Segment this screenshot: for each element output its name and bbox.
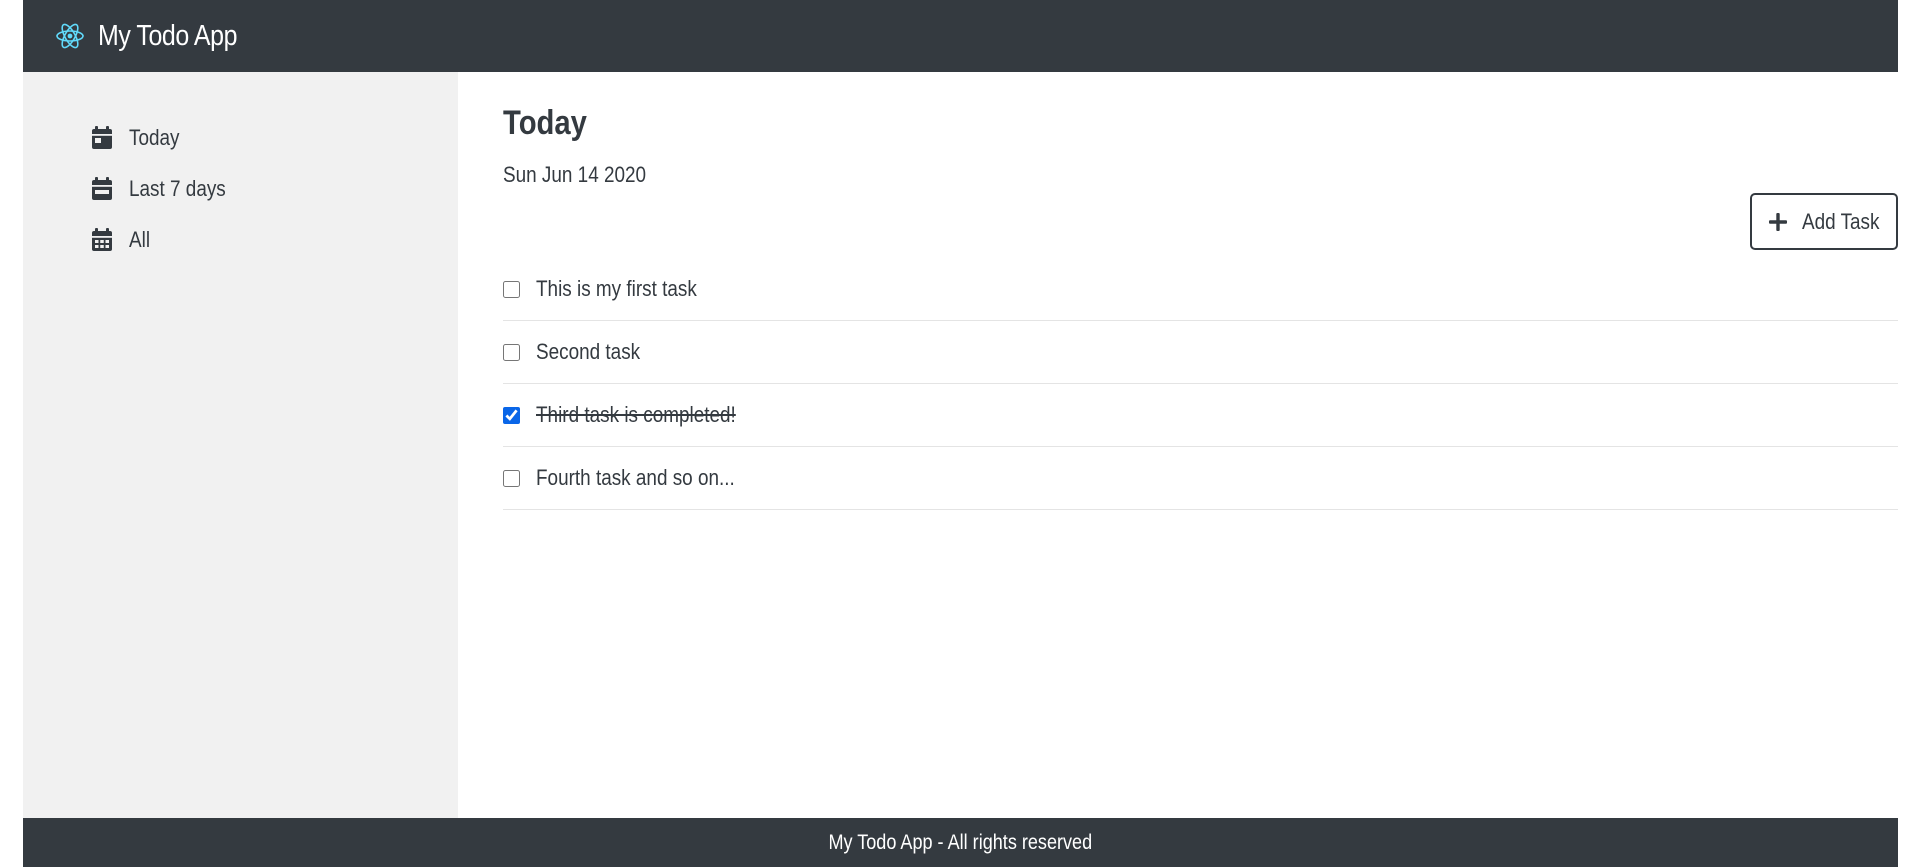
sidebar-item-label: Last 7 days [129, 175, 226, 201]
task-checkbox[interactable] [503, 280, 520, 298]
page-title: Today [503, 104, 587, 142]
sidebar: Today Last 7 days All [23, 72, 458, 818]
task-item: Second task [503, 321, 1898, 384]
sidebar-item-today[interactable]: Today [23, 112, 458, 163]
add-task-label: Add Task [1802, 208, 1880, 234]
footer: My Todo App - All rights reserved [23, 818, 1898, 867]
footer-text: My Todo App - All rights reserved [828, 830, 1093, 854]
calendar-week-icon [91, 176, 113, 201]
task-text[interactable]: Second task [536, 339, 640, 365]
page-date: Sun Jun 14 2020 [503, 162, 647, 187]
calendar-alt-icon [91, 227, 113, 252]
task-item: Fourth task and so on... [503, 447, 1898, 510]
plus-icon [1768, 212, 1788, 232]
task-item: Third task is completed! [503, 384, 1898, 447]
sidebar-item-all[interactable]: All [23, 214, 458, 265]
task-checkbox[interactable] [503, 406, 520, 424]
task-text[interactable]: Third task is completed! [536, 402, 736, 428]
task-checkbox[interactable] [503, 343, 520, 361]
task-text[interactable]: Fourth task and so on... [536, 465, 735, 491]
task-text[interactable]: This is my first task [536, 276, 697, 302]
task-list: This is my first task Second task Third … [503, 258, 1898, 510]
top-navbar: My Todo App [23, 0, 1898, 72]
task-checkbox[interactable] [503, 469, 520, 487]
react-atom-icon[interactable] [55, 21, 85, 51]
sidebar-item-label: Today [129, 124, 180, 150]
add-task-button[interactable]: Add Task [1750, 193, 1898, 250]
task-item: This is my first task [503, 258, 1898, 321]
app-root: My Todo App Today Last 7 days All Today … [23, 0, 1898, 867]
sidebar-item-label: All [129, 226, 151, 252]
sidebar-item-last-7-days[interactable]: Last 7 days [23, 163, 458, 214]
calendar-day-icon [91, 125, 113, 150]
app-title[interactable]: My Todo App [98, 20, 237, 53]
main-content: Today Sun Jun 14 2020 Add Task This is m… [458, 72, 1898, 818]
